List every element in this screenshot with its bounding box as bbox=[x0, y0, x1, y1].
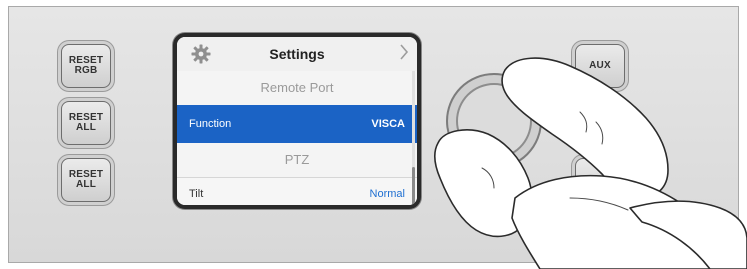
section-remote-port-label: Remote Port bbox=[260, 80, 334, 95]
setting-tilt-value: Normal bbox=[369, 188, 405, 200]
hand-illustration bbox=[434, 57, 747, 269]
section-remote-port: Remote Port bbox=[177, 71, 417, 105]
scrollbar-thumb[interactable] bbox=[412, 167, 415, 205]
reset-all-label: RESET ALL bbox=[68, 112, 104, 133]
reset-rgb-button[interactable]: RESET RGB bbox=[61, 44, 111, 88]
screen-title: Settings bbox=[269, 46, 325, 62]
setting-row-tilt[interactable]: Tilt Normal bbox=[177, 177, 417, 205]
chevron-right-icon[interactable] bbox=[399, 43, 409, 61]
reset-all-button[interactable]: RESET ALL bbox=[61, 101, 111, 145]
screen-header: Settings bbox=[177, 37, 417, 72]
setting-function-label: Function bbox=[189, 118, 232, 130]
reset-rgb-label: RESET RGB bbox=[68, 55, 104, 76]
section-ptz: PTZ bbox=[177, 143, 417, 177]
setting-tilt-label: Tilt bbox=[189, 188, 204, 200]
reset-all-button-2[interactable]: RESET ALL bbox=[61, 158, 111, 202]
setting-row-function[interactable]: Function VISCA bbox=[177, 105, 417, 143]
reset-all-label-2: RESET ALL bbox=[68, 169, 104, 190]
lcd-screen: Settings Remote Port Function VISCA PTZ … bbox=[173, 33, 421, 209]
setting-function-value: VISCA bbox=[371, 118, 405, 130]
section-ptz-label: PTZ bbox=[284, 152, 310, 167]
